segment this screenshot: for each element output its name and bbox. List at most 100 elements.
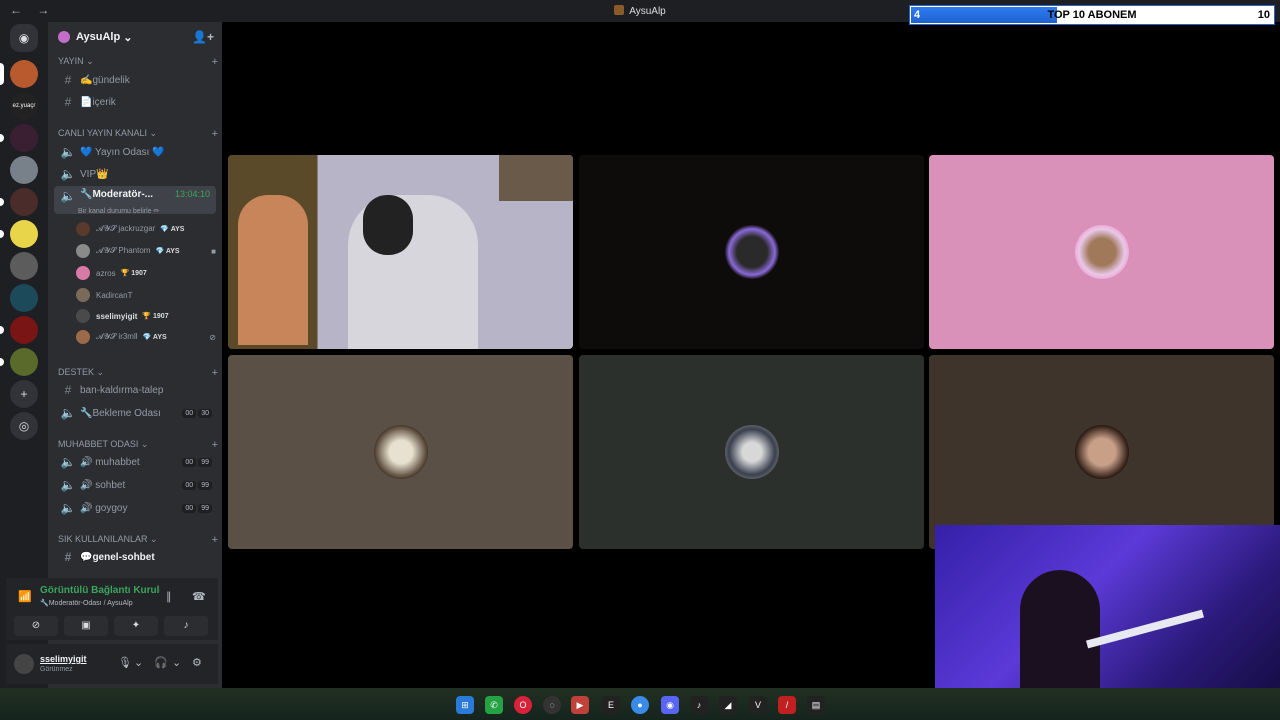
avatar[interactable] <box>14 654 34 674</box>
voice-user[interactable]: KadircanT <box>76 286 216 304</box>
explore-icon[interactable]: ◎ <box>10 412 38 440</box>
voice-user[interactable]: sselimyigit 🏆 1907 <box>76 307 216 325</box>
app-icon[interactable]: / <box>778 696 796 714</box>
opera-icon[interactable]: O <box>514 696 532 714</box>
video-tile-user[interactable] <box>579 155 924 349</box>
soundboard-button[interactable]: ♪ <box>164 616 208 636</box>
server-header[interactable]: AysuAlp ⌄ 👤+ <box>48 22 222 52</box>
user-avatar <box>1074 225 1129 279</box>
voice-user[interactable]: 𝓐𝓨𝓢 Phantom 💎 AYS ■ <box>76 242 216 260</box>
terminal-icon[interactable]: ▤ <box>807 696 825 714</box>
invite-icon[interactable]: 👤+ <box>192 30 214 44</box>
category-yayin[interactable]: YAYIN ⌄ + <box>58 56 218 68</box>
channel-ban[interactable]: # ban-kaldırma-talep <box>54 380 216 400</box>
chrome-icon[interactable]: ● <box>631 696 649 714</box>
channel-status[interactable]: Bir kanal durumu belirle ✏ <box>78 207 159 215</box>
screen-share-button[interactable]: ▣ <box>64 616 108 636</box>
video-tile-user[interactable] <box>929 155 1274 349</box>
discord-icon[interactable]: ◉ <box>661 696 679 714</box>
channel-gundelik[interactable]: # ✍️gündelik <box>54 70 216 90</box>
user-avatar <box>373 425 428 479</box>
deafened-icon: ⊘ <box>209 332 216 342</box>
category-muhabbet[interactable]: MUHABBET ODASI ⌄ + <box>58 439 218 451</box>
headphones-icon[interactable]: 🎧 <box>154 656 168 669</box>
video-tile-stream[interactable] <box>228 155 573 349</box>
voice-user[interactable]: 𝓐𝓨𝓢 jackruzgar 💎 AYS <box>76 220 216 238</box>
server-icon-10[interactable] <box>0 348 38 376</box>
disconnect-icon[interactable]: ☎ <box>192 590 206 603</box>
goal-target: 10 <box>1257 9 1270 21</box>
server-icon-9[interactable] <box>0 316 38 344</box>
speaker-icon: 🔈 <box>60 455 76 469</box>
picture-overlay <box>499 155 573 201</box>
server-icon-2[interactable]: ez.yuaçr <box>10 92 38 120</box>
server-icon-zn[interactable] <box>0 124 38 152</box>
server-icon-7[interactable] <box>10 252 38 280</box>
speaker-icon: 🔈 <box>60 167 76 181</box>
server-badge-icon <box>58 31 70 43</box>
noise-suppression-icon[interactable]: ∥ <box>166 590 172 603</box>
goal-label: TOP 10 ABONEM <box>1047 9 1137 21</box>
add-server-icon[interactable]: + <box>10 380 38 408</box>
video-tile-user[interactable] <box>929 355 1274 549</box>
video-tile-user[interactable] <box>228 355 573 549</box>
speaker-icon: 🔈 <box>60 501 76 515</box>
channel-yayin-odasi[interactable]: 🔈 💙 Yayın Odası 💙 <box>54 142 216 162</box>
category-sik[interactable]: SIK KULLANILANLAR ⌄ + <box>58 534 218 546</box>
channel-icerik[interactable]: # 📄içerik <box>54 92 216 112</box>
subscriber-goal-bar: 4 TOP 10 ABONEM 10 <box>909 5 1275 25</box>
channel-goygoy[interactable]: 🔈 🔊 goygoy 00 99 <box>54 498 216 518</box>
app-icon[interactable]: ◌ <box>543 696 561 714</box>
channel-sohbet[interactable]: 🔈 🔊 sohbet 00 99 <box>54 475 216 495</box>
server-icon <box>614 5 625 15</box>
user-avatar <box>724 425 779 479</box>
user-status: Görünmez <box>40 666 73 673</box>
server-icon-aysualp[interactable] <box>0 60 38 88</box>
category-destek[interactable]: DESTEK ⌄ + <box>58 367 218 379</box>
user-avatar <box>724 225 779 279</box>
valorant-icon[interactable]: V <box>749 696 767 714</box>
chevron-down-icon[interactable]: ⌄ <box>134 656 143 669</box>
category-canli[interactable]: CANLI YAYIN KANALI ⌄ + <box>58 128 218 140</box>
voice-status[interactable]: Görüntülü Bağlantı Kuruldu <box>40 585 160 596</box>
mic-arm <box>1086 609 1204 649</box>
windows-start-icon[interactable]: ⊞ <box>456 696 474 714</box>
channel-bekleme[interactable]: 🔈 🔧Bekleme Odası 00 30 <box>54 403 216 423</box>
voice-user[interactable]: azros 🏆 1907 <box>76 264 216 282</box>
chevron-down-icon[interactable]: ⌄ <box>172 656 181 669</box>
video-tile-user[interactable] <box>579 355 924 549</box>
user-panel: sselimyigit Görünmez 🎙 ⌄ 🎧 ⌄ ⚙ <box>6 644 218 684</box>
microphone-icon[interactable]: 🎙 <box>118 656 132 669</box>
app-icon[interactable]: ◢ <box>719 696 737 714</box>
app-icon-active[interactable]: ▶ <box>571 696 589 714</box>
hash-icon: # <box>64 95 72 109</box>
username[interactable]: sselimyigit <box>40 654 87 664</box>
taskbar: ⊞ ✆ O ◌ ▶ E ● ◉ ♪ ◢ V / ▤ <box>0 688 1280 720</box>
server-icon-8[interactable] <box>10 284 38 312</box>
voice-connection-panel: 📶 Görüntülü Bağlantı Kuruldu 🔧Moderatör-… <box>6 578 218 640</box>
camera-off-button[interactable]: ⊘ <box>14 616 58 636</box>
signal-icon[interactable]: 📶 <box>18 590 32 603</box>
webcam-person <box>238 195 308 345</box>
discord-home-icon[interactable]: ◉ <box>10 24 38 52</box>
webcam-person-head <box>363 195 413 255</box>
server-icon-4[interactable] <box>10 156 38 184</box>
activities-button[interactable]: ✦ <box>114 616 158 636</box>
whatsapp-icon[interactable]: ✆ <box>485 696 503 714</box>
server-icon-5[interactable] <box>0 188 38 216</box>
speaker-icon: 🔈 <box>60 189 76 203</box>
channel-genel-sohbet[interactable]: # 💬genel-sohbet <box>54 547 216 567</box>
channel-muhabbet[interactable]: 🔈 🔊 muhabbet 00 99 <box>54 452 216 472</box>
server-icon-6[interactable] <box>0 220 38 248</box>
voice-location[interactable]: 🔧Moderatör-Odası / AysuAlp <box>40 599 133 607</box>
hash-icon: # <box>64 550 72 564</box>
speaker-icon: 🔈 <box>60 145 76 159</box>
tiktok-icon[interactable]: ♪ <box>690 696 708 714</box>
hash-icon: # <box>64 73 72 87</box>
voice-user[interactable]: 𝓐𝓨𝓢 ir3mll 💎 AYS ⊘ <box>76 328 216 346</box>
epic-games-icon[interactable]: E <box>602 696 620 714</box>
gear-icon[interactable]: ⚙ <box>192 656 202 669</box>
speaker-icon: 🔈 <box>60 478 76 492</box>
channel-vip[interactable]: 🔈 VIP👑 <box>54 164 216 184</box>
camera-icon: ■ <box>211 246 216 256</box>
